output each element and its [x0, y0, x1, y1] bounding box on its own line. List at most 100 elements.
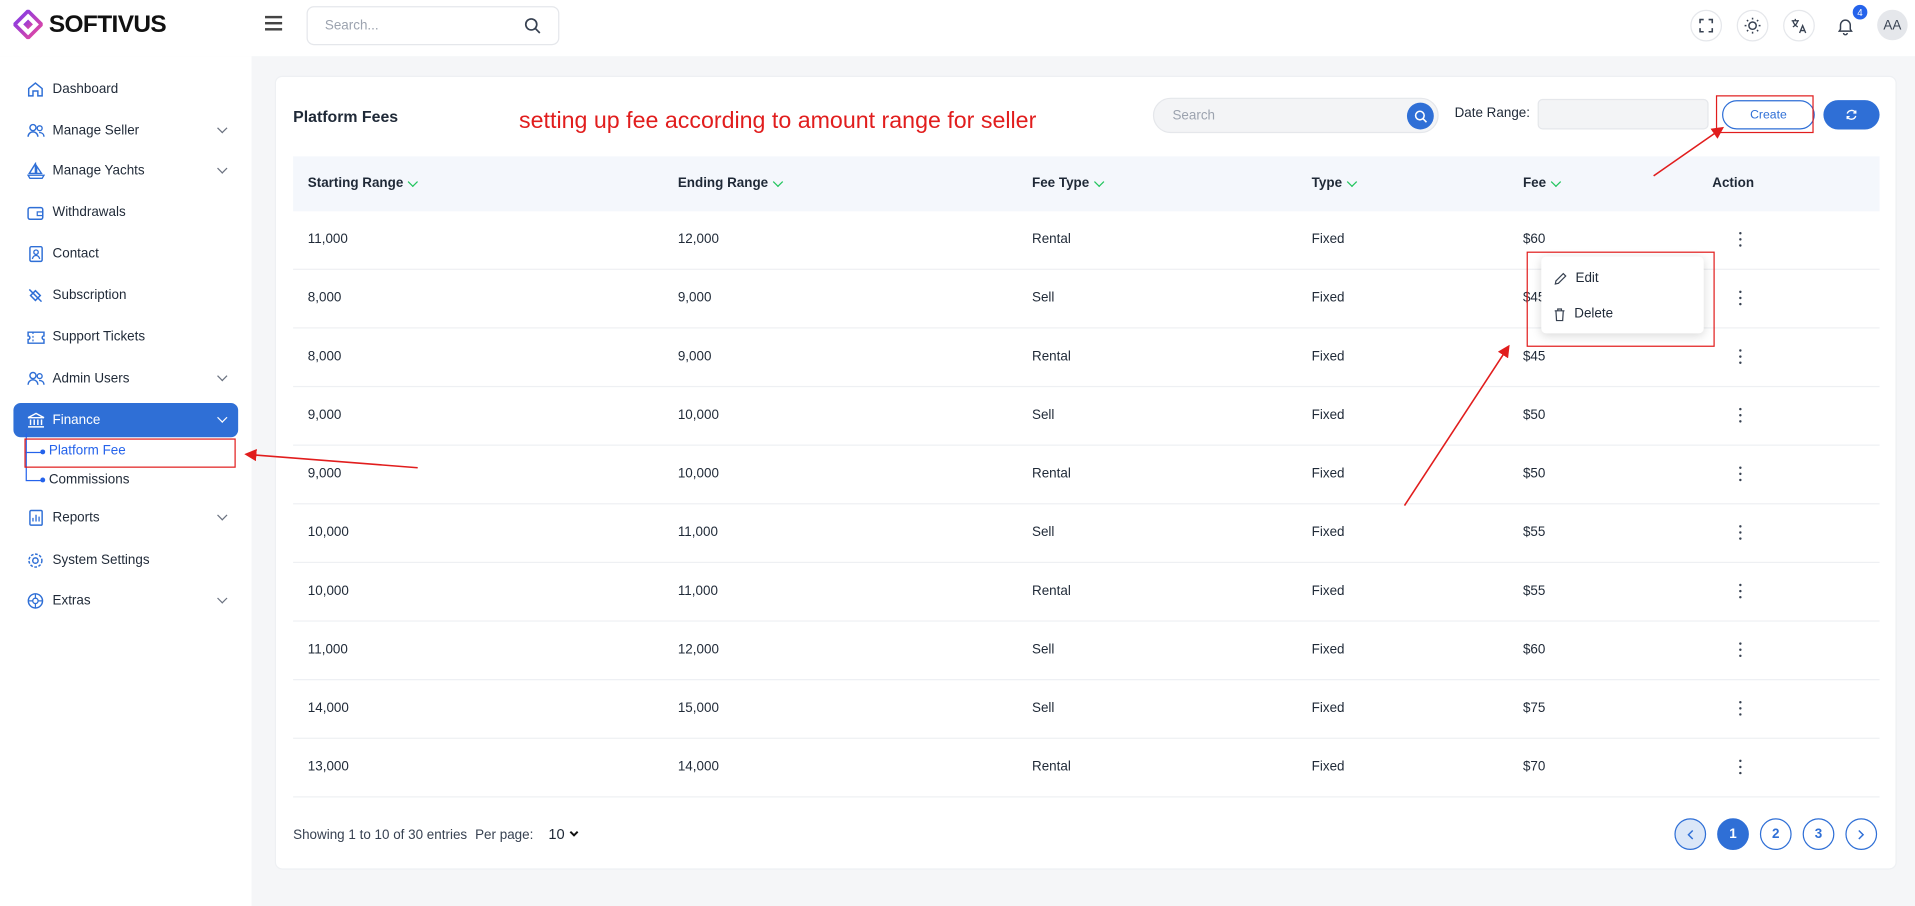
- sidebar-item-manage-yachts[interactable]: Manage Yachts: [13, 154, 238, 188]
- sort-chevron-icon: [1346, 176, 1357, 187]
- pagination-page-1[interactable]: 1: [1717, 818, 1749, 851]
- cell-type: Fixed: [1311, 349, 1345, 364]
- sidebar-item-reports[interactable]: Reports: [13, 501, 238, 535]
- more-vertical-icon[interactable]: [1739, 349, 1743, 364]
- date-range-input[interactable]: [1537, 98, 1709, 130]
- date-range-label: Date Range:: [1454, 106, 1531, 121]
- more-vertical-icon[interactable]: [1739, 466, 1743, 482]
- column-header-fee-type[interactable]: Fee Type: [1032, 176, 1105, 191]
- cell-ending-range: 12,000: [677, 232, 719, 247]
- translate-icon[interactable]: [1783, 9, 1815, 42]
- chevron-right-icon: [1858, 829, 1865, 839]
- subscription-icon: [26, 286, 46, 306]
- cell-starting-range: 9,000: [307, 407, 342, 423]
- more-vertical-icon[interactable]: [1739, 642, 1743, 658]
- global-search-input[interactable]: Search...: [306, 6, 560, 46]
- platform-fees-card: Platform Fees setting up fee according t…: [274, 75, 1897, 870]
- chevron-down-icon: [217, 163, 228, 174]
- table-row: 11,000 12,000 Sell Fixed $60: [293, 622, 1880, 681]
- sidebar-item-label: Reports: [52, 510, 100, 526]
- search-button[interactable]: [1406, 102, 1434, 130]
- table-header: Starting Range Ending Range Fee Type Typ…: [293, 156, 1880, 212]
- cell-fee: $60: [1522, 232, 1546, 247]
- cell-ending-range: 14,000: [677, 759, 719, 775]
- per-page-select[interactable]: 10: [548, 826, 579, 843]
- fullscreen-icon[interactable]: [1690, 9, 1723, 42]
- column-header-action: Action: [1712, 175, 1755, 191]
- contact-icon: [26, 244, 46, 264]
- cell-ending-range: 11,000: [677, 525, 718, 540]
- cell-starting-range: 10,000: [307, 525, 349, 540]
- cell-fee: $75: [1522, 701, 1546, 716]
- brand-logo[interactable]: SOFTIVUS: [13, 9, 167, 40]
- more-vertical-icon[interactable]: [1739, 701, 1743, 716]
- users-icon: [26, 121, 46, 141]
- cell-fee-type: Rental: [1031, 759, 1071, 775]
- cell-fee-type: Sell: [1031, 290, 1055, 306]
- table-search-input[interactable]: Search: [1152, 97, 1439, 134]
- sidebar-item-extras[interactable]: Extras: [13, 584, 238, 618]
- sidebar-item-system-settings[interactable]: System Settings: [13, 543, 238, 577]
- more-vertical-icon[interactable]: [1739, 525, 1743, 540]
- column-header-fee[interactable]: Fee: [1523, 176, 1562, 191]
- annotation-box-create: [1715, 95, 1814, 134]
- cell-fee: $55: [1522, 525, 1546, 540]
- sidebar-item-contact[interactable]: Contact: [13, 237, 238, 271]
- more-vertical-icon[interactable]: [1739, 407, 1743, 423]
- refresh-button[interactable]: [1823, 100, 1880, 130]
- cell-fee-type: Rental: [1031, 232, 1071, 247]
- sidebar-item-manage-seller[interactable]: Manage Seller: [13, 114, 238, 148]
- more-vertical-icon[interactable]: [1739, 759, 1743, 775]
- cell-fee-type: Rental: [1031, 466, 1071, 482]
- sidebar-item-label: Support Tickets: [52, 329, 146, 345]
- column-header-ending-range[interactable]: Ending Range: [678, 176, 784, 191]
- entries-summary: Showing 1 to 10 of 30 entries: [293, 828, 468, 843]
- wallet-icon: [26, 203, 46, 223]
- extras-icon: [26, 591, 46, 611]
- column-header-starting-range[interactable]: Starting Range: [308, 176, 419, 191]
- users-icon: [26, 369, 46, 389]
- pagination-next-button[interactable]: [1845, 818, 1878, 851]
- menu-toggle-icon[interactable]: [265, 15, 283, 31]
- cell-starting-range: 8,000: [307, 349, 342, 364]
- table-row: 9,000 10,000 Sell Fixed $50: [293, 387, 1880, 446]
- pagination-page-2[interactable]: 2: [1759, 818, 1792, 851]
- chevron-down-icon: [217, 123, 228, 134]
- more-vertical-icon[interactable]: [1739, 290, 1743, 306]
- more-vertical-icon[interactable]: [1739, 583, 1743, 599]
- cell-starting-range: 11,000: [307, 232, 348, 247]
- column-header-type[interactable]: Type: [1312, 176, 1357, 191]
- sidebar-item-dashboard[interactable]: Dashboard: [13, 72, 238, 106]
- cell-type: Fixed: [1311, 642, 1345, 658]
- cell-fee-type: Sell: [1031, 701, 1055, 716]
- sidebar-subitem-commissions[interactable]: Commissions: [49, 473, 130, 488]
- sidebar-item-label: Finance: [52, 412, 101, 428]
- cell-fee-type: Sell: [1031, 525, 1055, 540]
- sidebar-item-support-tickets[interactable]: Support Tickets: [13, 320, 238, 354]
- theme-toggle-icon[interactable]: [1736, 9, 1769, 42]
- cell-fee-type: Rental: [1031, 583, 1071, 599]
- more-vertical-icon[interactable]: [1739, 232, 1743, 247]
- sidebar-item-admin-users[interactable]: Admin Users: [13, 362, 238, 396]
- notification-badge: 4: [1852, 4, 1868, 20]
- sidebar-item-finance[interactable]: Finance: [13, 403, 239, 438]
- pagination-prev-button[interactable]: [1674, 818, 1707, 851]
- cell-fee: $50: [1522, 407, 1546, 423]
- pagination-page-3[interactable]: 3: [1802, 818, 1835, 851]
- chevron-down-icon: [217, 412, 228, 423]
- sidebar-item-withdrawals[interactable]: Withdrawals: [13, 195, 238, 229]
- annotation-box-dropdown: [1526, 251, 1715, 347]
- table-search-placeholder: Search: [1172, 108, 1216, 123]
- chevron-down-icon: [217, 510, 228, 521]
- per-page-label: Per page:: [475, 828, 534, 843]
- avatar[interactable]: AA: [1877, 9, 1908, 41]
- chevron-left-icon: [1687, 829, 1694, 839]
- cell-type: Fixed: [1311, 525, 1345, 540]
- chevron-down-icon: [570, 831, 579, 837]
- report-icon: [26, 508, 46, 528]
- sidebar-item-subscription[interactable]: Subscription: [13, 278, 238, 312]
- table-row: 9,000 10,000 Rental Fixed $50: [293, 446, 1880, 505]
- sidebar-item-label: System Settings: [52, 553, 150, 568]
- home-icon: [26, 79, 46, 99]
- page-title: Platform Fees: [293, 107, 399, 126]
